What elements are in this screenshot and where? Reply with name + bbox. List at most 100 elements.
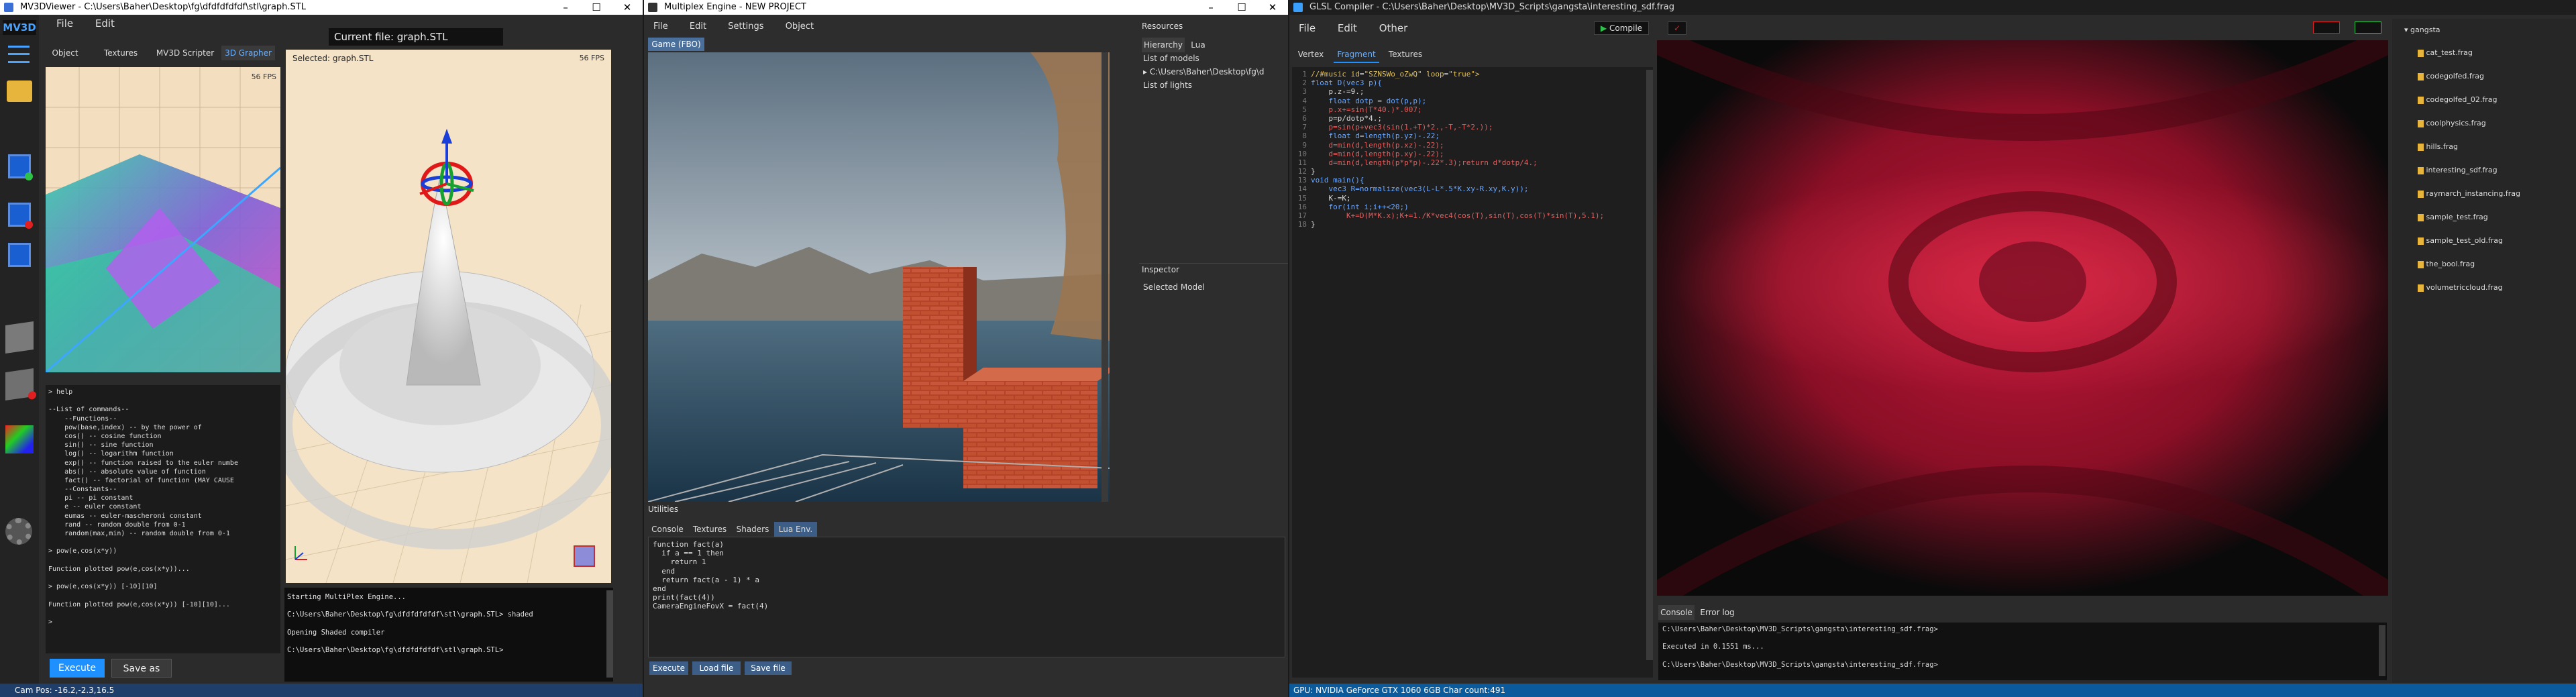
model-list-item[interactable]: ▸ C:\Users\Baher\Desktop\fg\d — [1143, 67, 1265, 76]
shader-render-viewport[interactable] — [1657, 40, 2388, 596]
console-line: e -- euler constant — [48, 503, 142, 511]
file-icon — [2418, 237, 2424, 245]
game-viewport[interactable] — [648, 52, 1110, 502]
file-list-item[interactable]: hills.frag — [2418, 142, 2458, 151]
tab-lua[interactable]: Lua — [1185, 38, 1212, 52]
graph-3d-viewport[interactable]: Selected: graph.STL 56 FPS — [286, 50, 611, 583]
file-icon — [2418, 260, 2424, 268]
glsl-code-editor[interactable]: 1 2 3 4 5 6 7 8 9 10 11 12 13 14 15 16 17 18 //#music id=… — [1292, 67, 1653, 678]
tab-textures[interactable]: Textures — [101, 46, 141, 60]
code-line: void main(){ — [1311, 176, 1364, 185]
cube-remove-icon[interactable] — [5, 368, 36, 400]
glsl-console-line: C:\Users\Baher\Desktop\MV3D_Scripts\gang… — [1662, 625, 1938, 633]
glsl-console-line: C:\Users\Baher\Desktop\MV3D_Scripts\gang… — [1662, 660, 1938, 669]
lua-editor[interactable]: function fact(a) if a == 1 then return 1… — [648, 537, 1285, 657]
render-toggle-icon[interactable] — [2313, 21, 2340, 34]
file-list-item[interactable]: coolphysics.frag — [2418, 119, 2486, 127]
minimize-button[interactable]: – — [550, 0, 581, 15]
console-line: > help — [48, 388, 73, 396]
file-list-item[interactable]: interesting_sdf.frag — [2418, 166, 2498, 174]
viewer-console-line: C:\Users\Baher\Desktop\fg\dfdfdfdfdf\stl… — [287, 610, 533, 619]
viewer-console-line: C:\Users\Baher\Desktop\fg\dfdfdfdfdf\stl… — [287, 646, 504, 655]
menu-edit[interactable]: Edit — [1328, 19, 1366, 38]
menu-object[interactable]: Object — [776, 19, 823, 35]
viewer-console[interactable]: Starting MultiPlex Engine... C:\Users\Ba… — [284, 588, 613, 682]
tab-fragment[interactable]: Fragment — [1334, 47, 1379, 63]
save-icon[interactable] — [8, 154, 33, 180]
color-picker-icon[interactable]: ✓ — [1668, 21, 1686, 35]
mv3d-logo: MV3D — [3, 20, 36, 35]
file-list-item[interactable]: raymarch_instancing.frag — [2418, 189, 2520, 198]
lua-load-file-button[interactable]: Load file — [692, 661, 741, 675]
folder-item[interactable]: ▾ gangsta — [2404, 25, 2440, 34]
save-as-button[interactable]: Save as — [111, 659, 172, 678]
tab-shaders[interactable]: Shaders — [733, 522, 773, 537]
color-cube-icon[interactable] — [5, 425, 34, 453]
menu-other[interactable]: Other — [1370, 19, 1417, 38]
console-line: cos() -- cosine function — [48, 432, 162, 440]
file-icon — [2418, 96, 2424, 104]
tab-glsl-console[interactable]: Console — [1658, 605, 1695, 620]
hamburger-icon[interactable] — [8, 46, 30, 63]
cube-add-icon[interactable] — [5, 321, 34, 354]
lua-execute-button[interactable]: Execute — [649, 661, 688, 675]
maximize-button[interactable]: ☐ — [581, 0, 612, 15]
multiplex-titlebar: Multiplex Engine - NEW PROJECT — [644, 0, 1288, 15]
render-confirm-icon[interactable] — [2355, 21, 2381, 34]
menu-file[interactable]: File — [1289, 19, 1325, 38]
close-button[interactable]: ✕ — [612, 0, 643, 15]
tab-console[interactable]: Console — [648, 522, 687, 537]
file-list-item[interactable]: sample_test.frag — [2418, 213, 2488, 221]
gear-icon[interactable] — [5, 518, 32, 545]
tab-vertex[interactable]: Vertex — [1293, 47, 1328, 62]
minimize-button[interactable]: – — [1195, 0, 1226, 15]
glsl-console-line — [1662, 634, 2383, 643]
file-list-item[interactable]: volumetriccloud.frag — [2418, 283, 2503, 292]
menu-file[interactable]: File — [47, 15, 83, 32]
save-all-icon[interactable] — [8, 243, 31, 267]
lua-save-file-button[interactable]: Save file — [745, 661, 792, 675]
console-line: > pow(e,cos(x*y)) [-10][10] — [48, 583, 158, 591]
viewer-console-scrollbar[interactable] — [606, 590, 613, 678]
console-line: Function plotted pow(e,cos(x*y)) [-10][1… — [48, 600, 230, 608]
tab-object[interactable]: Object — [48, 46, 82, 60]
menu-settings[interactable]: Settings — [718, 19, 773, 35]
fps-counter-left: 56 FPS — [251, 72, 276, 81]
file-list-item[interactable]: codegolfed.frag — [2418, 72, 2484, 81]
scripter-console[interactable]: > help --List of commands-- --Functions-… — [46, 385, 280, 653]
code-line: p.z-=9.; — [1311, 87, 1364, 97]
code-editor-scrollbar[interactable] — [1646, 70, 1653, 660]
tab-lua-env[interactable]: Lua Env. — [774, 522, 817, 537]
tab-3d-grapher[interactable]: 3D Grapher — [221, 46, 275, 60]
graph-preview-viewport[interactable]: 56 FPS — [46, 67, 280, 372]
execute-button[interactable]: Execute — [50, 659, 105, 678]
code-line: float d=length(p.yz)-.22; — [1311, 131, 1440, 141]
menu-edit[interactable]: Edit — [86, 15, 124, 32]
glsl-console[interactable]: C:\Users\Baher\Desktop\MV3D_Scripts\gang… — [1658, 623, 2387, 680]
close-button[interactable]: ✕ — [1257, 0, 1288, 15]
file-label: codegolfed.frag — [2426, 72, 2485, 81]
tab-textures[interactable]: Textures — [1383, 47, 1428, 62]
menu-file[interactable]: File — [644, 19, 678, 35]
tab-game-fbo[interactable]: Game (FBO) — [648, 38, 704, 51]
tab-error-log[interactable]: Error log — [1696, 605, 1739, 620]
tab-mv3d-scripter[interactable]: MV3D Scripter — [154, 46, 216, 60]
save-remove-icon[interactable] — [8, 203, 33, 229]
glsl-console-scrollbar[interactable] — [2379, 625, 2385, 676]
app-icon — [1293, 3, 1303, 12]
menu-edit[interactable]: Edit — [680, 19, 716, 35]
folder-icon[interactable] — [7, 81, 32, 102]
maximize-button[interactable]: ☐ — [1226, 0, 1257, 15]
file-list-item[interactable]: sample_test_old.frag — [2418, 236, 2503, 245]
multiplex-menubar: File Edit Settings Object — [644, 19, 1114, 35]
compile-button[interactable]: ▶ Compile — [1594, 21, 1649, 35]
tab-textures[interactable]: Textures — [688, 522, 731, 537]
tab-hierarchy[interactable]: Hierarchy — [1142, 38, 1185, 52]
file-label: hills.frag — [2426, 142, 2459, 151]
game-viewport-scrollbar[interactable] — [1102, 52, 1108, 502]
file-list-item[interactable]: the_bool.frag — [2418, 260, 2475, 268]
file-list-item[interactable]: cat_test.frag — [2418, 48, 2473, 57]
file-list-item[interactable]: codegolfed_02.frag — [2418, 95, 2498, 104]
